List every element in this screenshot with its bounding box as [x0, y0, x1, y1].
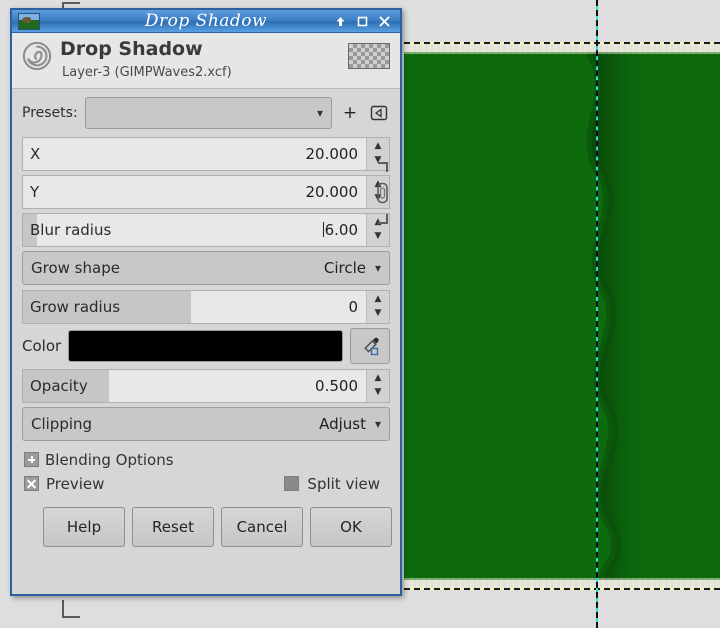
preview-row: Preview Split view	[24, 475, 390, 493]
chevron-down-icon: ▾	[374, 260, 381, 275]
blending-options-expander[interactable]: Blending Options	[24, 451, 390, 469]
x-label: X	[30, 144, 41, 163]
crop-bracket-bottom-left	[62, 600, 80, 618]
chain-link-icon[interactable]	[372, 160, 394, 230]
blur-radius-spinner[interactable]: Blur radius 6.00 ▲ ▼	[22, 212, 390, 247]
chevron-down-icon: ▾	[316, 105, 323, 120]
preview-label: Preview	[46, 474, 105, 493]
chain-glyph	[377, 182, 388, 204]
chevron-up-icon[interactable]: ▲	[375, 295, 382, 304]
split-view-checkbox[interactable]	[284, 476, 300, 492]
wave-shadow-graphic	[585, 52, 654, 580]
y-value: 20.000	[305, 182, 359, 201]
grow-radius-label: Grow radius	[30, 297, 121, 316]
blending-options-label: Blending Options	[45, 450, 174, 469]
gimp-image-icon	[18, 12, 40, 30]
gegl-spiral-icon	[22, 41, 52, 71]
dialog-header: Drop Shadow Layer-3 (GIMPWaves2.xcf)	[12, 33, 400, 89]
clipping-label: Clipping	[31, 414, 93, 433]
opacity-slider-track[interactable]: Opacity 0.500	[23, 369, 366, 402]
shade-up-icon[interactable]	[335, 16, 348, 27]
grow-radius-stepper[interactable]: ▲ ▼	[366, 290, 389, 323]
expander-plus-icon	[24, 452, 39, 468]
blur-radius-label: Blur radius	[30, 220, 112, 239]
reset-button[interactable]: Reset	[132, 506, 214, 547]
grow-radius-value: 0	[348, 297, 358, 316]
grow-radius-slider-track[interactable]: Grow radius 0	[23, 290, 366, 323]
blur-radius-text: 6.00	[324, 220, 358, 239]
blur-radius-slider-track[interactable]: Blur radius 6.00	[23, 213, 366, 246]
add-preset-button[interactable]: +	[339, 102, 361, 124]
split-view-label: Split view	[307, 474, 380, 493]
grow-shape-dropdown[interactable]: Grow shape Circle ▾	[22, 250, 390, 285]
drop-shadow-dialog: Drop Shadow Drop Shadow Layer-3 (GIMPWav…	[10, 8, 402, 596]
chain-bracket-top	[378, 162, 388, 172]
help-button[interactable]: Help	[43, 506, 125, 547]
clipping-dropdown[interactable]: Clipping Adjust ▾	[22, 406, 390, 441]
split-view-group: Split view	[284, 475, 380, 493]
chain-bracket-bottom	[378, 214, 388, 224]
chevron-down-icon: ▾	[374, 416, 381, 431]
color-swatch[interactable]	[68, 329, 343, 362]
layer-boundary-top	[404, 42, 720, 44]
color-row: Color	[22, 327, 390, 364]
maximize-icon[interactable]	[357, 16, 370, 27]
opacity-value: 0.500	[315, 376, 358, 395]
clipping-value: Adjust	[319, 414, 366, 433]
dialog-button-bar: Help Reset Cancel OK	[12, 493, 400, 557]
y-label: Y	[30, 182, 40, 201]
layer-boundary-fill-bottom	[404, 578, 720, 588]
presets-label: Presets:	[22, 104, 78, 121]
y-slider-track[interactable]: Y 20.000	[23, 175, 366, 208]
chevron-down-icon[interactable]: ▼	[375, 388, 382, 397]
x-spinner[interactable]: X 20.000 ▲ ▼	[22, 136, 390, 171]
grow-radius-spinner[interactable]: Grow radius 0 ▲ ▼	[22, 289, 390, 324]
opacity-spinner[interactable]: Opacity 0.500 ▲ ▼	[22, 368, 390, 403]
preset-menu-icon[interactable]	[368, 102, 390, 124]
y-spinner[interactable]: Y 20.000 ▲ ▼	[22, 174, 390, 209]
text-cursor	[322, 221, 324, 237]
chevron-up-icon[interactable]: ▲	[375, 142, 382, 151]
chevron-down-icon[interactable]: ▼	[375, 232, 382, 241]
x-slider-track[interactable]: X 20.000	[23, 137, 366, 170]
ok-button[interactable]: OK	[310, 506, 392, 547]
color-label: Color	[22, 336, 62, 355]
opacity-stepper[interactable]: ▲ ▼	[366, 369, 389, 402]
blur-radius-value[interactable]: 6.00	[322, 220, 366, 239]
dialog-titlebar[interactable]: Drop Shadow	[12, 10, 400, 33]
layer-boundary-fill-top	[404, 44, 720, 54]
opacity-label: Opacity	[30, 376, 88, 395]
dialog-body: Presets: ▾ + X 20.000 ▲ ▼ Y 20.000 ▲ ▼ B…	[12, 89, 400, 493]
cancel-button[interactable]: Cancel	[221, 506, 303, 547]
x-value: 20.000	[305, 144, 359, 163]
grow-shape-label: Grow shape	[31, 258, 120, 277]
presets-dropdown[interactable]: ▾	[84, 96, 332, 129]
operation-subtitle: Layer-3 (GIMPWaves2.xcf)	[62, 64, 232, 80]
vertical-guide[interactable]	[596, 0, 598, 628]
screen: Drop Shadow Drop Shadow Layer-3 (GIMPWav…	[0, 0, 720, 628]
grow-shape-value: Circle	[323, 258, 366, 277]
operation-title: Drop Shadow	[60, 38, 203, 60]
layer-boundary-bottom	[404, 588, 720, 590]
chevron-up-icon[interactable]: ▲	[375, 374, 382, 383]
preview-checkbox[interactable]	[24, 476, 39, 492]
presets-row: Presets: ▾ +	[22, 96, 390, 129]
close-icon[interactable]	[379, 16, 392, 27]
chevron-down-icon[interactable]: ▼	[375, 309, 382, 318]
window-controls	[335, 16, 396, 27]
canvas-image-content	[404, 52, 720, 580]
checkerboard-thumbnail	[348, 43, 390, 69]
eyedropper-icon[interactable]	[350, 327, 390, 364]
